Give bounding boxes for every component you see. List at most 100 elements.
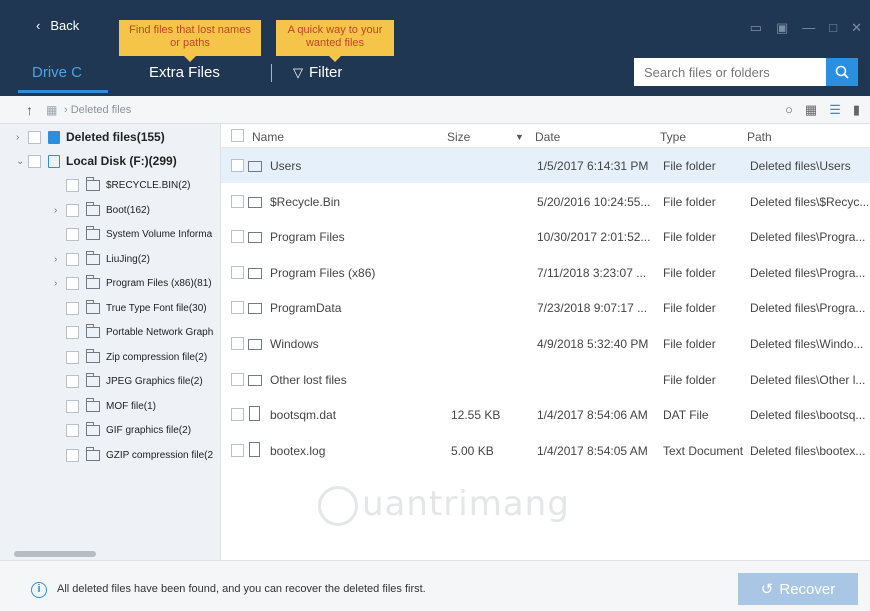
checkbox[interactable] bbox=[66, 227, 79, 241]
close-icon[interactable]: ✕ bbox=[851, 20, 862, 36]
chevron-right-icon[interactable]: › bbox=[54, 205, 66, 216]
tree-item[interactable]: › LiuJing(2) bbox=[54, 248, 150, 270]
up-arrow-icon[interactable]: ↑ bbox=[26, 102, 33, 118]
file-icon bbox=[249, 406, 260, 422]
chevron-left-icon: ‹ bbox=[36, 18, 41, 33]
table-row[interactable]: Windows 4/9/2018 5:32:40 PM File folder Del… bbox=[221, 326, 870, 361]
row-checkbox[interactable] bbox=[231, 301, 244, 315]
cell-name: $Recycle.Bin bbox=[270, 194, 341, 209]
row-checkbox[interactable] bbox=[231, 408, 244, 422]
table-row[interactable]: Program Files 10/30/2017 2:01:52... File f… bbox=[221, 219, 870, 254]
column-size[interactable]: Size bbox=[447, 130, 470, 144]
horizontal-scrollbar[interactable] bbox=[14, 551, 96, 557]
tree-item[interactable]: Portable Network Graph bbox=[54, 321, 213, 343]
search-input[interactable] bbox=[634, 58, 826, 86]
row-checkbox[interactable] bbox=[231, 230, 244, 244]
table-row[interactable]: Users 1/5/2017 6:14:31 PM File folder Delet… bbox=[221, 148, 870, 183]
checkbox[interactable] bbox=[28, 154, 41, 168]
table-row[interactable]: bootex.log 5.00 KB 1/4/2017 8:54:05 AM Text… bbox=[221, 433, 870, 468]
tree-item-deleted-files[interactable]: › Deleted files(155) bbox=[16, 126, 165, 148]
cell-name: ProgramData bbox=[270, 301, 342, 316]
tree-label: $RECYCLE.BIN(2) bbox=[106, 179, 191, 191]
row-checkbox[interactable] bbox=[231, 194, 244, 208]
tree-item[interactable]: GIF graphics file(2) bbox=[54, 419, 191, 441]
grid-view-icon[interactable]: ▦ bbox=[805, 102, 817, 118]
cell-path: Deleted files\Users bbox=[750, 159, 851, 173]
folder-tree: › Deleted files(155) ⌄ Local Disk (F:)(2… bbox=[0, 124, 221, 560]
trash-icon: ▦ bbox=[46, 103, 58, 117]
checkbox[interactable] bbox=[66, 325, 79, 339]
checkbox[interactable] bbox=[66, 448, 79, 462]
tree-item[interactable]: JPEG Graphics file(2) bbox=[54, 370, 203, 392]
row-checkbox[interactable] bbox=[231, 337, 244, 350]
checkbox[interactable] bbox=[66, 350, 79, 364]
cell-date: 7/23/2018 9:07:17 ... bbox=[537, 301, 648, 316]
tree-label: True Type Font file(30) bbox=[106, 302, 207, 314]
tree-item[interactable]: True Type Font file(30) bbox=[54, 297, 207, 319]
search-button[interactable] bbox=[826, 58, 858, 86]
tab-extra-files[interactable]: Extra Files bbox=[149, 64, 220, 81]
table-row[interactable]: Other lost files File folder Deleted files… bbox=[221, 362, 870, 397]
table-row[interactable]: $Recycle.Bin 5/20/2016 10:24:55... File fo… bbox=[221, 184, 870, 219]
minimize-icon[interactable]: — bbox=[802, 20, 815, 36]
tree-item[interactable]: › Program Files (x86)(81) bbox=[54, 272, 212, 294]
select-all-checkbox[interactable] bbox=[231, 129, 244, 142]
row-checkbox[interactable] bbox=[231, 159, 244, 172]
folder-icon bbox=[86, 299, 100, 314]
chevron-right-icon[interactable]: › bbox=[54, 278, 66, 289]
checkbox[interactable] bbox=[66, 178, 79, 192]
tree-item[interactable]: $RECYCLE.BIN(2) bbox=[54, 174, 190, 196]
folder-icon bbox=[86, 397, 100, 412]
tree-item[interactable]: GZIP compression file(2 bbox=[54, 444, 213, 466]
chevron-right-icon[interactable]: › bbox=[54, 254, 66, 265]
table-row[interactable]: Program Files (x86) 7/11/2018 3:23:07 ...… bbox=[221, 255, 870, 290]
tab-filter[interactable]: ▽ Filter bbox=[293, 64, 342, 81]
preview-icon[interactable]: ○ bbox=[785, 102, 793, 118]
tree-item[interactable]: System Volume Informa bbox=[54, 223, 212, 245]
search-icon bbox=[835, 65, 849, 79]
maximize-icon[interactable]: □ bbox=[829, 20, 837, 36]
tab-drive-c[interactable]: Drive C bbox=[17, 64, 109, 93]
cell-date: 7/11/2018 3:23:07 ... bbox=[537, 265, 647, 280]
feedback-icon[interactable]: ▣ bbox=[776, 20, 788, 36]
checkbox[interactable] bbox=[66, 423, 79, 437]
chevron-right-icon[interactable]: › bbox=[16, 132, 28, 143]
tree-label: GZIP compression file(2 bbox=[106, 449, 214, 461]
column-name[interactable]: Name bbox=[252, 130, 284, 144]
tree-item[interactable]: MOF file(1) bbox=[54, 395, 156, 417]
recover-button[interactable]: ↺ Recover bbox=[738, 573, 858, 605]
login-icon[interactable]: ▭ bbox=[750, 20, 762, 36]
back-button[interactable]: ‹ Back bbox=[36, 18, 79, 33]
row-checkbox[interactable] bbox=[231, 265, 244, 279]
column-date[interactable]: Date bbox=[535, 130, 560, 144]
checkbox[interactable] bbox=[66, 301, 79, 315]
list-view-icon[interactable]: ☰ bbox=[829, 102, 841, 118]
checkbox[interactable] bbox=[66, 399, 79, 413]
tree-label: Zip compression file(2) bbox=[106, 351, 208, 363]
column-path[interactable]: Path bbox=[747, 130, 772, 144]
tab-divider bbox=[271, 64, 272, 82]
table-row[interactable]: bootsqm.dat 12.55 KB 1/4/2017 8:54:06 AM DA… bbox=[221, 397, 870, 432]
cell-type: File folder bbox=[663, 337, 716, 351]
folder-icon bbox=[248, 196, 262, 208]
tree-item-local-disk[interactable]: ⌄ Local Disk (F:)(299) bbox=[16, 150, 177, 172]
folder-icon bbox=[86, 250, 100, 265]
column-header: Name Size ▼ Date Type Path bbox=[221, 124, 870, 148]
tree-item[interactable]: › Boot(162) bbox=[54, 199, 150, 221]
folder-icon bbox=[86, 176, 100, 191]
checkbox[interactable] bbox=[28, 130, 41, 144]
column-type[interactable]: Type bbox=[660, 130, 686, 144]
row-checkbox[interactable] bbox=[231, 443, 244, 457]
folder-icon bbox=[86, 372, 100, 387]
checkbox[interactable] bbox=[66, 252, 79, 266]
checkbox[interactable] bbox=[66, 276, 79, 290]
row-checkbox[interactable] bbox=[231, 372, 244, 386]
folder-icon bbox=[86, 225, 100, 240]
folder-icon bbox=[86, 421, 100, 436]
checkbox[interactable] bbox=[66, 374, 79, 388]
checkbox[interactable] bbox=[66, 203, 79, 217]
chevron-down-icon[interactable]: ⌄ bbox=[16, 156, 28, 167]
table-row[interactable]: ProgramData 7/23/2018 9:07:17 ... File fol… bbox=[221, 290, 870, 325]
detail-view-icon[interactable]: ▮ bbox=[853, 102, 860, 118]
tree-item[interactable]: Zip compression file(2) bbox=[54, 346, 207, 368]
